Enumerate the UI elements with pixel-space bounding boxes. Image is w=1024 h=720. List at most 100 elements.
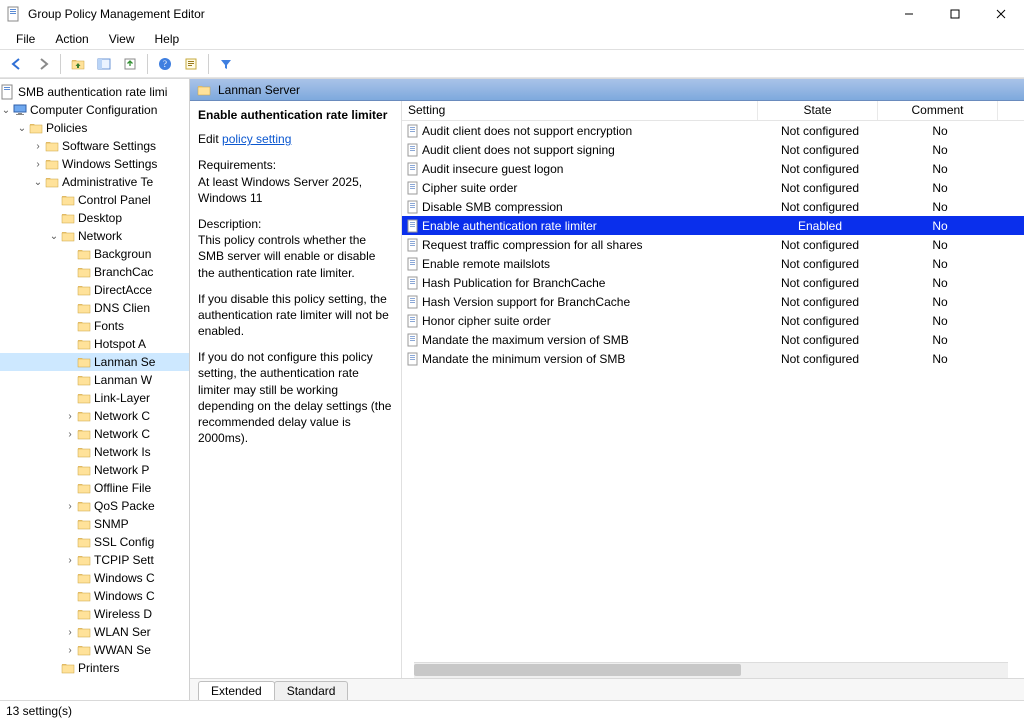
tree-item-lanmansrv[interactable]: Lanman Se	[0, 353, 189, 371]
tree-item-wwan[interactable]: › WWAN Se	[0, 641, 189, 659]
expander-closed-icon[interactable]: ›	[64, 555, 76, 566]
filter-button[interactable]	[215, 53, 237, 75]
tree-item-wless[interactable]: Wireless D	[0, 605, 189, 623]
back-button[interactable]	[6, 53, 28, 75]
tree-label: Control Panel	[78, 193, 151, 207]
export-list-button[interactable]	[119, 53, 141, 75]
setting-comment: No	[880, 238, 1000, 252]
setting-row[interactable]: Request traffic compression for all shar…	[402, 235, 1024, 254]
setting-row[interactable]: Cipher suite orderNot configuredNo	[402, 178, 1024, 197]
tree-item-root[interactable]: SMB authentication rate limi	[0, 83, 189, 101]
setting-row[interactable]: Audit insecure guest logonNot configured…	[402, 159, 1024, 178]
tree-item-dac[interactable]: DirectAcce	[0, 281, 189, 299]
policy-item-icon	[404, 295, 422, 309]
column-state[interactable]: State	[758, 101, 878, 120]
menu-action[interactable]: Action	[47, 30, 96, 47]
info-requirements-label: Requirements:	[198, 157, 393, 173]
close-button[interactable]	[978, 0, 1024, 28]
tree-item-hotspot[interactable]: Hotspot A	[0, 335, 189, 353]
toolbar-divider	[60, 54, 61, 74]
tree-item-policies[interactable]: ⌄ Policies	[0, 119, 189, 137]
horizontal-scrollbar[interactable]	[414, 662, 1008, 678]
setting-row[interactable]: Hash Version support for BranchCacheNot …	[402, 292, 1024, 311]
forward-button[interactable]	[32, 53, 54, 75]
menu-file[interactable]: File	[8, 30, 43, 47]
setting-row[interactable]: Enable authentication rate limiterEnable…	[402, 216, 1024, 235]
tree-item-qos[interactable]: ›QoS Packe	[0, 497, 189, 515]
menu-help[interactable]: Help	[147, 30, 188, 47]
scrollbar-thumb[interactable]	[414, 664, 741, 676]
edit-policy-setting-link[interactable]: policy setting	[222, 132, 291, 146]
tree-item-netis[interactable]: Network Is	[0, 443, 189, 461]
tree-item-tcpip[interactable]: ›TCPIP Sett	[0, 551, 189, 569]
column-comment[interactable]: Comment	[878, 101, 998, 120]
tree-item-netc2[interactable]: ›Network C	[0, 425, 189, 443]
help-button[interactable]: ?	[154, 53, 176, 75]
tree-item-netp[interactable]: Network P	[0, 461, 189, 479]
expander-closed-icon[interactable]: ›	[64, 501, 76, 512]
folder-icon	[76, 354, 92, 370]
tree-item-lanmanws[interactable]: Lanman W	[0, 371, 189, 389]
tree-item-fonts[interactable]: Fonts	[0, 317, 189, 335]
properties-button[interactable]	[180, 53, 202, 75]
tree-label: Hotspot A	[94, 337, 146, 351]
column-setting[interactable]: Setting	[402, 101, 758, 120]
tree-item-snmp[interactable]: SNMP	[0, 515, 189, 533]
folder-icon	[60, 660, 76, 676]
expander-closed-icon[interactable]: ›	[64, 645, 76, 656]
show-hide-tree-button[interactable]	[93, 53, 115, 75]
expander-closed-icon[interactable]: ›	[32, 159, 44, 170]
setting-row[interactable]: Hash Publication for BranchCacheNot conf…	[402, 273, 1024, 292]
tree-item-software-settings[interactable]: › Software Settings	[0, 137, 189, 155]
setting-row[interactable]: Audit client does not support encryption…	[402, 121, 1024, 140]
up-one-level-button[interactable]	[67, 53, 89, 75]
setting-row[interactable]: Enable remote mailslotsNot configuredNo	[402, 254, 1024, 273]
tree-item-offline[interactable]: Offline File	[0, 479, 189, 497]
navigation-tree[interactable]: SMB authentication rate limi ⌄ Computer …	[0, 79, 190, 700]
tab-extended[interactable]: Extended	[198, 681, 275, 700]
expander-open-icon[interactable]: ⌄	[16, 123, 28, 134]
setting-row[interactable]: Mandate the minimum version of SMBNot co…	[402, 349, 1024, 368]
menu-view[interactable]: View	[101, 30, 143, 47]
tab-standard[interactable]: Standard	[274, 681, 349, 700]
setting-comment: No	[880, 257, 1000, 271]
tree-item-dns[interactable]: DNS Clien	[0, 299, 189, 317]
setting-comment: No	[880, 219, 1000, 233]
tree-item-netc1[interactable]: ›Network C	[0, 407, 189, 425]
setting-row[interactable]: Disable SMB compressionNot configuredNo	[402, 197, 1024, 216]
tree-item-printers[interactable]: Printers	[0, 659, 189, 677]
tree-label: WWAN Se	[94, 643, 151, 657]
minimize-button[interactable]	[886, 0, 932, 28]
tree-item-winc1[interactable]: Windows C	[0, 569, 189, 587]
tree-item-network[interactable]: ⌄ Network	[0, 227, 189, 245]
setting-row[interactable]: Audit client does not support signingNot…	[402, 140, 1024, 159]
tree-item-administrative-templates[interactable]: ⌄ Administrative Te	[0, 173, 189, 191]
maximize-button[interactable]	[932, 0, 978, 28]
expander-open-icon[interactable]: ⌄	[48, 231, 60, 242]
tree-item-bgsync[interactable]: Backgroun	[0, 245, 189, 263]
expander-closed-icon[interactable]: ›	[64, 627, 76, 638]
tree-item-branchc[interactable]: BranchCac	[0, 263, 189, 281]
tree-item-control-panel[interactable]: Control Panel	[0, 191, 189, 209]
header-bar: Lanman Server	[190, 79, 1024, 101]
setting-name: Enable remote mailslots	[422, 257, 760, 271]
tree-item-linklayer[interactable]: Link-Layer	[0, 389, 189, 407]
tree-item-sslc[interactable]: SSL Config	[0, 533, 189, 551]
expander-closed-icon[interactable]: ›	[32, 141, 44, 152]
setting-row[interactable]: Honor cipher suite orderNot configuredNo	[402, 311, 1024, 330]
tree-label: SSL Config	[94, 535, 154, 549]
menu-bar: File Action View Help	[0, 28, 1024, 50]
tree-item-winc2[interactable]: Windows C	[0, 587, 189, 605]
tree-item-wlan[interactable]: ›WLAN Ser	[0, 623, 189, 641]
setting-row[interactable]: Mandate the maximum version of SMBNot co…	[402, 330, 1024, 349]
folder-icon	[76, 606, 92, 622]
expander-open-icon[interactable]: ⌄	[32, 177, 44, 188]
tree-item-computer-configuration[interactable]: ⌄ Computer Configuration	[0, 101, 189, 119]
tree-label: Lanman Se	[94, 355, 155, 369]
tree-item-desktop[interactable]: Desktop	[0, 209, 189, 227]
settings-list[interactable]: Audit client does not support encryption…	[402, 121, 1024, 662]
expander-closed-icon[interactable]: ›	[64, 411, 76, 422]
expander-open-icon[interactable]: ⌄	[0, 105, 12, 116]
tree-item-windows-settings[interactable]: › Windows Settings	[0, 155, 189, 173]
expander-closed-icon[interactable]: ›	[64, 429, 76, 440]
